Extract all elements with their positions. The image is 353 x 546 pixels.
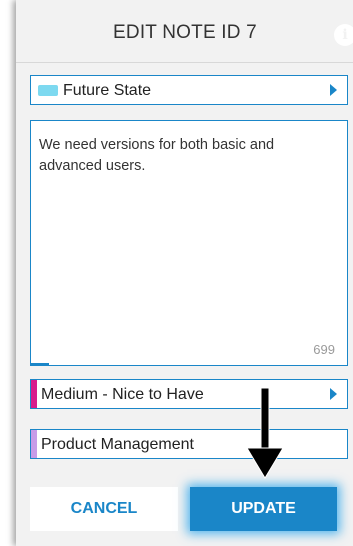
note-text: We need versions for both basic and adva…: [39, 137, 275, 174]
page-title: EDIT NOTE ID 7: [113, 22, 257, 43]
team-label: Product Management: [41, 436, 194, 453]
team-color-stripe: [31, 430, 37, 458]
character-count: 699: [313, 342, 335, 357]
textarea-resize-handle[interactable]: [31, 363, 49, 365]
category-label: Future State: [63, 82, 152, 99]
priority-label: Medium - Nice to Have: [41, 386, 204, 403]
chevron-right-icon: [330, 84, 337, 96]
cancel-button[interactable]: CANCEL: [30, 487, 178, 531]
update-button[interactable]: UPDATE: [190, 487, 337, 531]
team-select[interactable]: Product Management: [30, 429, 348, 459]
note-textarea[interactable]: We need versions for both basic and adva…: [30, 120, 348, 366]
chevron-right-icon: [330, 388, 337, 400]
annotation-arrow-icon: [246, 388, 284, 479]
priority-select[interactable]: Medium - Nice to Have: [30, 379, 348, 409]
category-select[interactable]: Future State: [30, 75, 348, 105]
info-icon[interactable]: i: [334, 24, 353, 46]
panel-header: EDIT NOTE ID 7 i: [16, 0, 353, 63]
edit-note-panel: EDIT NOTE ID 7 i Future State We need ve…: [16, 0, 353, 546]
priority-color-stripe: [31, 380, 37, 408]
category-color-swatch: [38, 85, 58, 96]
